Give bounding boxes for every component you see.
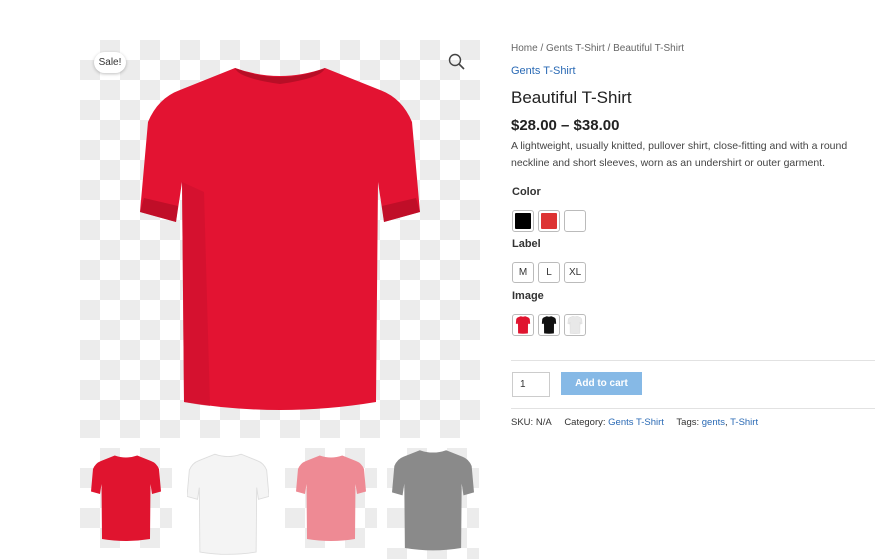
tshirt-black-icon xyxy=(541,316,557,334)
size-swatches: M L XL xyxy=(512,262,587,283)
category-value-link[interactable]: Gents T-Shirt xyxy=(608,417,664,428)
tshirt-grey-icon xyxy=(392,450,474,551)
tshirt-pink-icon xyxy=(296,455,366,541)
image-label: Image xyxy=(512,290,544,302)
sku-value: N/A xyxy=(535,417,552,428)
tshirt-body xyxy=(140,68,420,410)
thumbnail-red[interactable] xyxy=(80,448,172,548)
size-option-xl[interactable]: XL xyxy=(564,262,587,283)
thumbnail-strip xyxy=(80,448,480,559)
tshirt-red-icon xyxy=(515,316,531,334)
image-swatch-red[interactable] xyxy=(512,314,534,336)
breadcrumb-category[interactable]: Gents T-Shirt xyxy=(546,43,605,54)
image-swatch-white[interactable] xyxy=(564,314,586,336)
add-to-cart-button[interactable]: Add to cart xyxy=(561,372,642,395)
color-swatch-white[interactable] xyxy=(564,210,586,232)
color-swatch-black[interactable] xyxy=(512,210,534,232)
tshirt-white-icon xyxy=(187,453,269,555)
sku-label: SKU: xyxy=(511,417,534,428)
thumbnail-pink[interactable] xyxy=(285,448,377,548)
divider xyxy=(511,360,875,361)
tag-link-gents[interactable]: gents xyxy=(702,417,725,428)
color-swatch-red[interactable] xyxy=(538,210,560,232)
breadcrumb: Home / Gents T-Shirt / Beautiful T-Shirt xyxy=(511,43,684,54)
product-main-image[interactable] xyxy=(80,40,480,438)
size-option-m[interactable]: M xyxy=(512,262,534,283)
product-category-link[interactable]: Gents T-Shirt xyxy=(511,65,576,77)
image-swatch-black[interactable] xyxy=(538,314,560,336)
breadcrumb-separator: / xyxy=(537,43,547,54)
breadcrumb-home[interactable]: Home xyxy=(511,43,538,54)
color-label: Color xyxy=(512,186,541,198)
size-label: Label xyxy=(512,238,541,250)
product-price: $28.00 – $38.00 xyxy=(511,117,620,134)
tshirt-image xyxy=(140,68,420,410)
color-swatches xyxy=(512,210,586,232)
product-description: A lightweight, usually knitted, pullover… xyxy=(511,140,848,169)
tags-label: Tags: xyxy=(676,417,700,428)
sale-badge: Sale! xyxy=(94,52,126,73)
category-label: Category: xyxy=(564,417,606,428)
tag-link-tshirt[interactable]: T-Shirt xyxy=(730,417,758,428)
thumbnail-white[interactable] xyxy=(182,448,274,559)
quantity-input[interactable] xyxy=(512,372,550,397)
image-swatches xyxy=(512,314,586,336)
magnifier-icon[interactable] xyxy=(447,52,467,72)
thumbnail-grey[interactable] xyxy=(387,448,479,559)
tshirt-red-icon xyxy=(91,455,161,541)
breadcrumb-current: Beautiful T-Shirt xyxy=(613,43,685,54)
product-meta: SKU: N/A Category: Gents T-Shirt Tags: g… xyxy=(511,417,758,428)
tshirt-white-icon xyxy=(567,316,583,334)
product-title: Beautiful T-Shirt xyxy=(511,88,632,107)
divider xyxy=(511,408,875,409)
breadcrumb-separator: / xyxy=(604,43,614,54)
size-option-l[interactable]: L xyxy=(538,262,560,283)
